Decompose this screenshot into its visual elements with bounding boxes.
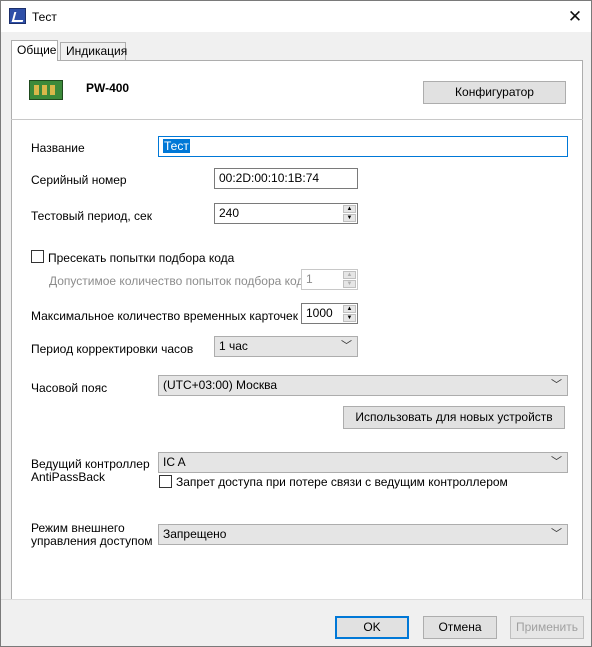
test-period-value: 240 bbox=[219, 206, 240, 220]
spin-buttons: ▲ ▼ bbox=[343, 205, 356, 222]
spin-buttons: ▲ ▼ bbox=[343, 305, 356, 322]
block-guess-label: Пресекать попытки подбора кода bbox=[48, 251, 235, 265]
chevron-down-icon: ﹀ bbox=[551, 379, 562, 391]
ok-button[interactable]: OK bbox=[335, 616, 409, 639]
master-controller-select[interactable]: IC A ﹀ bbox=[158, 452, 568, 473]
spin-up-icon: ▲ bbox=[343, 271, 356, 279]
header-divider bbox=[11, 119, 583, 120]
name-input[interactable]: Тест bbox=[158, 136, 568, 157]
title-bar: Тест ✕ bbox=[1, 1, 591, 32]
master-controller-label-line1: Ведущий контроллер bbox=[31, 457, 150, 471]
spin-up-icon[interactable]: ▲ bbox=[343, 305, 356, 313]
tab-indication[interactable]: Индикация bbox=[60, 42, 127, 61]
temp-cards-label: Максимальное количество временных карточ… bbox=[31, 309, 298, 323]
configurator-button[interactable]: Конфигуратор bbox=[423, 81, 566, 104]
spin-down-icon[interactable]: ▼ bbox=[343, 214, 356, 222]
temp-cards-spinner[interactable]: 1000 ▲ ▼ bbox=[301, 303, 358, 324]
app-icon bbox=[9, 8, 26, 24]
external-mode-value: Запрещено bbox=[163, 527, 227, 541]
external-mode-label-line1: Режим внешнего bbox=[31, 521, 125, 535]
clock-period-value: 1 час bbox=[219, 339, 248, 353]
name-label: Название bbox=[31, 141, 85, 155]
chevron-down-icon: ﹀ bbox=[551, 456, 562, 468]
temp-cards-value: 1000 bbox=[306, 306, 333, 320]
spin-up-icon[interactable]: ▲ bbox=[343, 205, 356, 213]
master-controller-value: IC A bbox=[163, 455, 186, 469]
close-icon: ✕ bbox=[567, 7, 583, 26]
timezone-label: Часовой пояс bbox=[31, 381, 108, 395]
window-title: Тест bbox=[32, 10, 57, 24]
cancel-button[interactable]: Отмена bbox=[423, 616, 497, 639]
serial-label: Серийный номер bbox=[31, 173, 127, 187]
timezone-select[interactable]: (UTC+03:00) Москва ﹀ bbox=[158, 375, 568, 396]
name-input-value: Тест bbox=[163, 139, 190, 153]
chevron-down-icon: ﹀ bbox=[551, 528, 562, 540]
apply-to-new-devices-button[interactable]: Использовать для новых устройств bbox=[343, 406, 565, 429]
close-button[interactable]: ✕ bbox=[561, 5, 589, 29]
device-name: PW-400 bbox=[86, 81, 130, 95]
guess-attempts-spinner: 1 ▲ ▼ bbox=[301, 269, 358, 290]
test-period-label: Тестовый период, сек bbox=[31, 209, 152, 223]
chevron-down-icon: ﹀ bbox=[341, 340, 352, 352]
deny-on-loss-label: Запрет доступа при потере связи с ведущи… bbox=[176, 475, 508, 489]
test-period-spinner[interactable]: 240 ▲ ▼ bbox=[214, 203, 358, 224]
spin-down-icon[interactable]: ▼ bbox=[343, 314, 356, 322]
deny-on-loss-checkbox[interactable] bbox=[159, 475, 172, 488]
dialog-window: Тест ✕ Общие Индикация PW-400 Конфигурат… bbox=[0, 0, 592, 647]
external-mode-label-line2: управления доступом bbox=[31, 534, 153, 548]
clock-period-select[interactable]: 1 час ﹀ bbox=[214, 336, 358, 357]
spin-buttons: ▲ ▼ bbox=[343, 271, 356, 288]
spin-down-icon: ▼ bbox=[343, 280, 356, 288]
block-guess-checkbox[interactable] bbox=[31, 250, 44, 263]
master-controller-label-line2: AntiPassBack bbox=[31, 470, 106, 484]
tab-general[interactable]: Общие bbox=[11, 40, 58, 61]
apply-button[interactable]: Применить bbox=[510, 616, 584, 639]
guess-attempts-label: Допустимое количество попыток подбора ко… bbox=[49, 274, 311, 288]
footer-separator bbox=[1, 599, 591, 600]
guess-attempts-value: 1 bbox=[306, 272, 313, 286]
timezone-value: (UTC+03:00) Москва bbox=[163, 378, 277, 392]
clock-period-label: Период корректировки часов bbox=[31, 342, 194, 356]
device-board-icon bbox=[29, 80, 63, 100]
external-mode-select[interactable]: Запрещено ﹀ bbox=[158, 524, 568, 545]
serial-input[interactable]: 00:2D:00:10:1B:74 bbox=[214, 168, 358, 189]
